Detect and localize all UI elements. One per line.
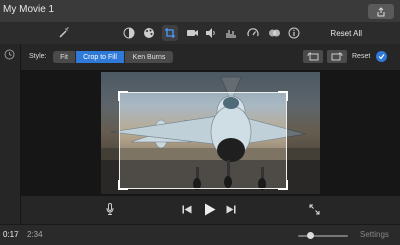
info-icon[interactable] [286,25,302,41]
crop-rectangle[interactable] [118,91,288,190]
crop-mask-right [287,92,320,189]
reset-button[interactable]: Reset [352,53,370,60]
rotate-left-icon [307,52,319,61]
window-title: My Movie 1 [3,4,55,15]
video-viewer [21,70,400,196]
color-balance-icon[interactable] [121,25,137,41]
crop-handle-top-left[interactable] [118,91,128,101]
title-bar: My Movie 1 [0,0,400,23]
crop-handle-top-right[interactable] [278,91,288,101]
skip-forward-icon [226,205,236,213]
palette-icon[interactable] [141,25,157,41]
bottom-bar: 0:17 / 2:34 Settings [0,224,400,245]
speedometer-icon[interactable] [245,25,261,41]
zoom-slider[interactable] [298,232,348,239]
rotate-left-button[interactable] [303,50,323,63]
style-ken-burns-button[interactable]: Ken Burns [125,51,173,63]
share-button[interactable] [368,4,394,19]
clock-icon[interactable] [4,49,15,60]
skip-back-button[interactable] [180,202,194,216]
left-sidebar [0,44,21,224]
microphone-icon [106,203,114,215]
filter-icon[interactable] [266,25,282,41]
zoom-slider-knob[interactable] [307,232,314,239]
crop-style-bar: Style: Fit Crop to Fill Ken Burns Reset [21,44,400,70]
style-crop-to-fill-button[interactable]: Crop to Fill [76,51,124,63]
crop-mask-left [101,92,119,189]
apply-button[interactable] [376,51,387,62]
checkmark-icon [378,54,385,60]
reset-all-button[interactable]: Reset All [330,29,362,38]
equalizer-icon[interactable] [223,25,239,41]
skip-forward-button[interactable] [224,202,238,216]
rotate-right-button[interactable] [327,50,347,63]
adjustments-toolbar: Reset All [0,22,400,44]
rotate-right-icon [331,52,343,61]
settings-button[interactable]: Settings [360,230,389,239]
crop-handle-bottom-right[interactable] [278,180,288,190]
fullscreen-button[interactable] [307,202,321,216]
play-button[interactable] [202,201,218,217]
time-separator: / [16,230,19,239]
fullscreen-icon [309,204,319,214]
playback-controls [21,196,400,224]
skip-back-icon [182,205,192,213]
magic-wand-icon[interactable] [56,25,72,41]
crop-mask-top [101,72,320,92]
video-frame [101,72,320,194]
microphone-button[interactable] [103,202,117,216]
style-fit-button[interactable]: Fit [53,51,75,63]
total-time: 2:34 [27,230,43,239]
crop-icon[interactable] [162,25,178,41]
volume-icon[interactable] [203,25,219,41]
video-camera-icon[interactable] [184,25,200,41]
play-icon [205,203,216,215]
share-icon [377,6,385,16]
crop-handle-bottom-left[interactable] [118,180,128,190]
style-label: Style: [29,53,47,60]
